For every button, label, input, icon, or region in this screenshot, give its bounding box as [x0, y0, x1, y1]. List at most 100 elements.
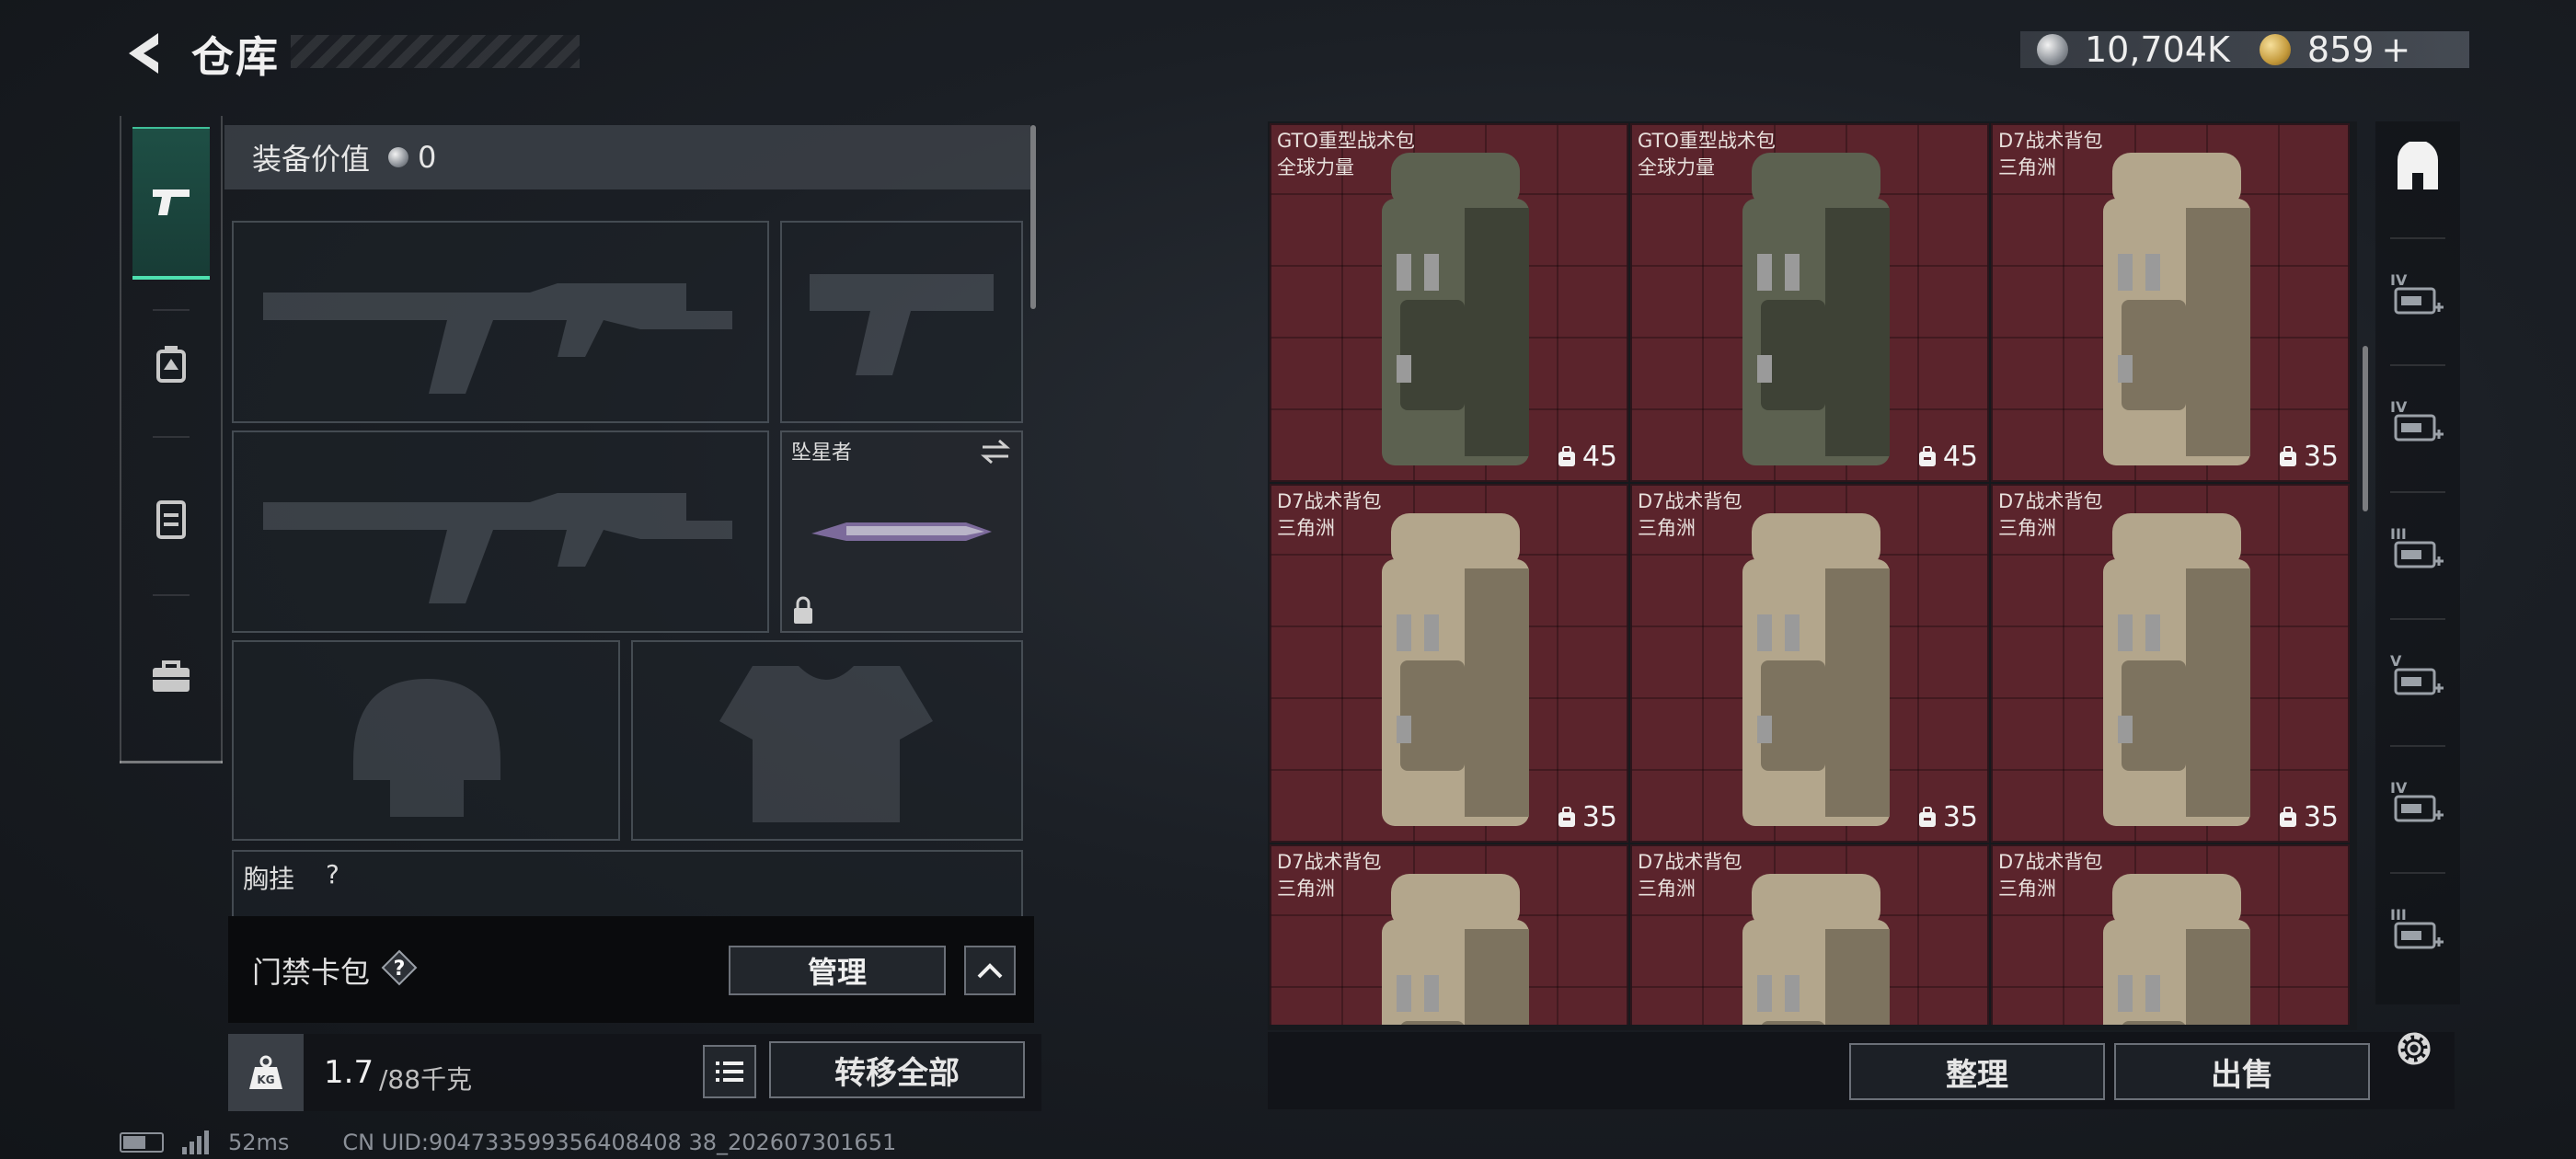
item-capacity: 35: [1917, 801, 1978, 833]
stash-item[interactable]: D7战术背包 三角洲 35: [1270, 484, 1628, 843]
filter-gun-iii-button[interactable]: III: [2383, 510, 2453, 591]
swap-icon[interactable]: [979, 438, 1012, 465]
secondary-weapon-slot[interactable]: [232, 430, 769, 633]
filter-all-icon: [2398, 142, 2438, 189]
weight-bar: KG 1.7 /88千克 转移全部: [228, 1034, 1041, 1111]
item-faction: 三角洲: [1998, 517, 2056, 539]
item-faction: 三角洲: [1277, 878, 1335, 900]
filter-column: IV IV III V IV III: [2375, 121, 2460, 1004]
signal-icon: [182, 1130, 209, 1154]
stash-item[interactable]: D7战术背包 三角洲: [1270, 844, 1628, 1025]
transfer-all-button[interactable]: 转移全部: [769, 1041, 1025, 1098]
keycard-label: 门禁卡包: [252, 955, 371, 990]
svg-text:IV: IV: [2390, 271, 2408, 289]
item-name: D7战术背包: [1277, 490, 1382, 512]
stash-item[interactable]: D7战术背包 三角洲 35: [1630, 484, 1989, 843]
sell-button[interactable]: 出售: [2114, 1043, 2370, 1100]
backpack-item-icon: [1382, 513, 1529, 826]
category-tabs: [120, 116, 223, 763]
stash-item[interactable]: D7战术背包 三角洲 35: [1991, 484, 2350, 843]
backpack-item-icon: [1382, 874, 1529, 1025]
svg-text:IV: IV: [2390, 398, 2408, 416]
battery-icon: [120, 1132, 164, 1153]
equipment-value: 0: [418, 140, 437, 175]
stash-item[interactable]: GTO重型战术包 全球力量 45: [1270, 123, 1628, 482]
stash-item[interactable]: D7战术背包 三角洲 35: [1991, 123, 2350, 482]
gold-add-button[interactable]: +: [2381, 29, 2410, 70]
filter-gun-iii-b-button[interactable]: III: [2383, 890, 2453, 971]
item-name: D7战术背包: [1998, 130, 2103, 152]
back-button[interactable]: [118, 28, 169, 79]
tab-backpack[interactable]: [132, 445, 210, 592]
manage-button[interactable]: 管理: [729, 946, 946, 995]
weight-max: /88千克: [379, 1064, 473, 1095]
tab-medical[interactable]: [132, 291, 210, 438]
helmet-silhouette-icon: [353, 679, 500, 817]
item-faction: 三角洲: [1638, 517, 1696, 539]
helmet-slot[interactable]: [232, 640, 620, 841]
help-button[interactable]: ?: [381, 949, 418, 986]
item-name: D7战术背包: [1998, 851, 2103, 873]
backpack-item-icon: [2103, 513, 2250, 826]
filter-medical-iv-button[interactable]: IV: [2383, 256, 2453, 337]
stash-scrollbar[interactable]: [2363, 346, 2368, 511]
loadout-scrollbar[interactable]: [1030, 125, 1036, 309]
item-faction: 三角洲: [1998, 156, 2056, 178]
svg-text:III: III: [2390, 525, 2407, 543]
item-faction: 全球力量: [1277, 156, 1354, 178]
item-name: GTO重型战术包: [1277, 130, 1415, 152]
back-arrow-icon: [129, 33, 158, 74]
sort-button[interactable]: 整理: [1849, 1043, 2105, 1100]
backpack-item-icon: [2103, 153, 2250, 465]
chevron-up-icon: [977, 963, 1003, 979]
rifle-silhouette-icon: [263, 493, 732, 603]
item-capacity-value: 45: [1581, 441, 1617, 473]
kg-weight-icon: KG: [249, 1055, 282, 1089]
chest-rig-value: ?: [326, 859, 339, 889]
weight-icon-box: KG: [228, 1034, 304, 1111]
silver-coin-icon: [388, 147, 409, 167]
currency-bar: 10,704K 859 +: [2020, 29, 2469, 70]
stash-item[interactable]: D7战术背包 三角洲: [1630, 844, 1989, 1025]
svg-text:KG: KG: [257, 1073, 274, 1086]
collapse-button[interactable]: [964, 946, 1016, 995]
svg-text:?: ?: [394, 958, 406, 981]
keycard-bar: 门禁卡包 ? 管理: [228, 916, 1034, 1023]
chest-rig-label: 胸挂: [243, 864, 295, 894]
filter-ammo-iv-button[interactable]: IV: [2383, 383, 2453, 464]
list-icon: [716, 1061, 743, 1082]
item-name: D7战术背包: [1638, 490, 1742, 512]
stash-item[interactable]: GTO重型战术包 全球力量 45: [1630, 123, 1989, 482]
capacity-icon: [1918, 806, 1936, 827]
filter-gun-iv-button[interactable]: IV: [2383, 763, 2453, 844]
chest-rig-slot[interactable]: 胸挂 ?: [232, 850, 1023, 924]
weight-current: 1.7: [324, 1054, 374, 1091]
capacity-icon: [1918, 445, 1936, 466]
stash-item[interactable]: D7战术背包 三角洲: [1991, 844, 2350, 1025]
backpack-item-icon: [1742, 153, 1890, 465]
tab-tools[interactable]: [132, 603, 210, 751]
stash-panel: GTO重型战术包 全球力量 45 GTO重型战术包 全球力量 45 D7战术背包 三角洲 35 D…: [1268, 121, 2357, 1030]
lock-icon: [794, 596, 812, 624]
gold-coin-icon: [2259, 34, 2291, 65]
item-faction: 全球力量: [1638, 156, 1715, 178]
filter-device-v-button[interactable]: V: [2383, 637, 2453, 717]
stash-footer: 整理 出售: [1268, 1032, 2455, 1109]
medkit-icon: [156, 346, 186, 383]
primary-weapon-slot[interactable]: [232, 221, 769, 423]
ping-text: 52ms: [228, 1130, 290, 1155]
item-capacity: 35: [1557, 801, 1617, 833]
filter-all-button[interactable]: [2383, 129, 2453, 210]
pistol-icon: [153, 189, 190, 215]
tab-firearms[interactable]: [132, 127, 210, 280]
armor-slot[interactable]: [631, 640, 1023, 841]
backpack-item-icon: [2103, 874, 2250, 1025]
pistol-slot[interactable]: [780, 221, 1023, 423]
item-capacity-value: 35: [2303, 801, 2339, 833]
knife-icon: [811, 522, 992, 541]
melee-slot[interactable]: 坠星者: [780, 430, 1023, 633]
filter-gun-iii-icon: III: [2390, 525, 2444, 568]
equipment-value-header: 装备价值 0: [224, 125, 1030, 189]
settings-button[interactable]: [2386, 1021, 2442, 1076]
list-view-button[interactable]: [703, 1045, 756, 1098]
